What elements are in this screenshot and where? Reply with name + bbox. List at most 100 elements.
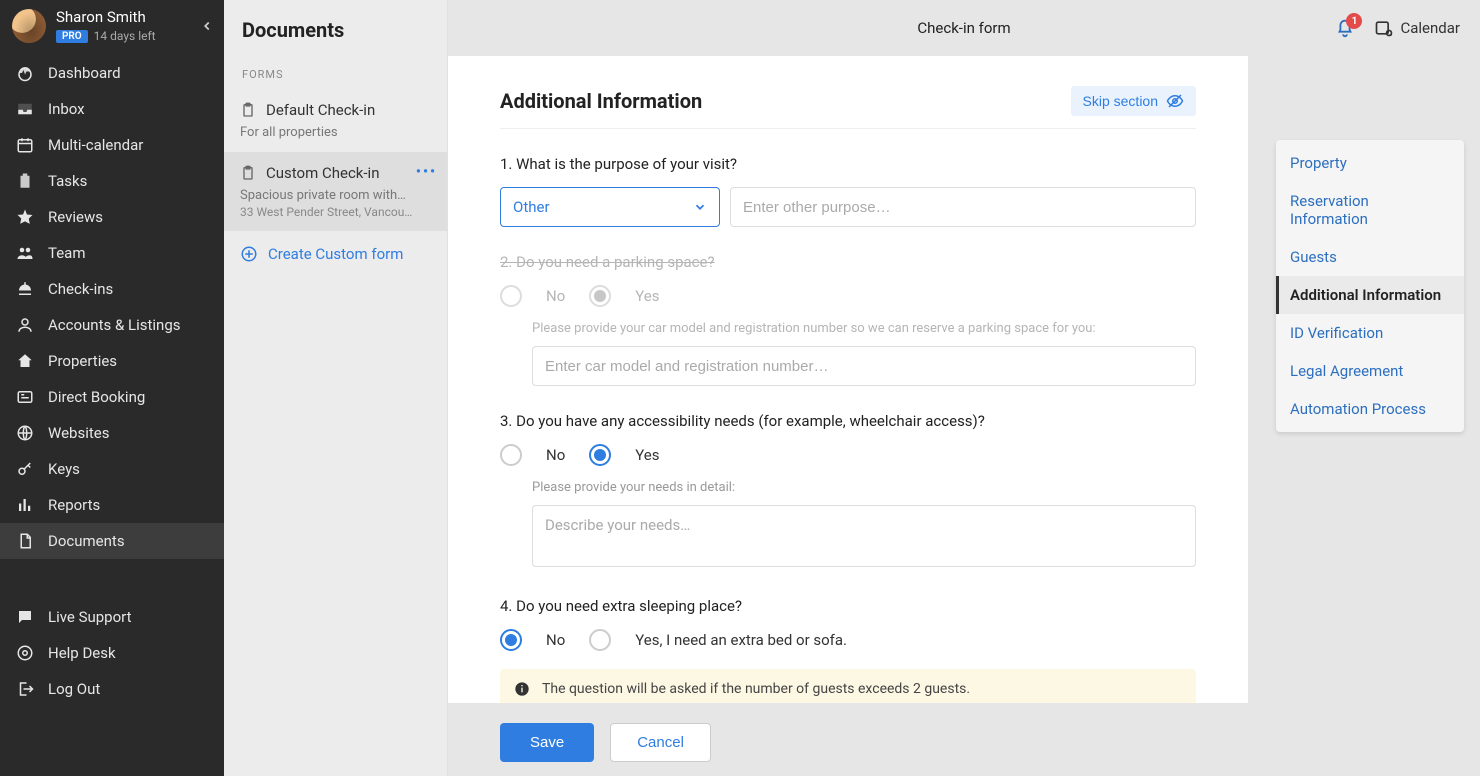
forms-column: Documents FORMS Default Check-in For all… — [224, 0, 448, 776]
q3-radio-yes[interactable] — [589, 444, 611, 466]
purpose-select[interactable]: Other — [500, 187, 720, 227]
q3-radio-no[interactable] — [500, 444, 522, 466]
section-nav-property[interactable]: Property — [1276, 144, 1464, 182]
sidebar-item-reviews[interactable]: Reviews — [0, 199, 224, 235]
question-4-text: 4. Do you need extra sleeping place? — [500, 597, 1196, 615]
accessibility-needs-textarea[interactable] — [532, 505, 1196, 567]
sidebar-item-label: Properties — [48, 352, 117, 370]
sidebar-item-label: Accounts & Listings — [48, 316, 181, 334]
q4-info-text: The question will be asked if the number… — [542, 681, 970, 697]
sidebar-item-label: Log Out — [48, 680, 100, 698]
question-2-text: 2. Do you need a parking space? — [500, 253, 1196, 271]
section-nav-id-verification[interactable]: ID Verification — [1276, 314, 1464, 352]
sidebar-item-accounts[interactable]: Accounts & Listings — [0, 307, 224, 343]
globe-icon — [14, 424, 36, 442]
sidebar-item-documents[interactable]: Documents — [0, 523, 224, 559]
sidebar-item-websites[interactable]: Websites — [0, 415, 224, 451]
calendar-button[interactable]: Calendar — [1374, 18, 1460, 38]
calendar-label: Calendar — [1400, 19, 1460, 37]
section-nav-legal-agreement[interactable]: Legal Agreement — [1276, 352, 1464, 390]
notification-count: 1 — [1346, 13, 1362, 29]
skip-section-button[interactable]: Skip section — [1071, 86, 1196, 116]
notifications-button[interactable]: 1 — [1334, 17, 1356, 39]
plus-circle-icon — [240, 245, 258, 263]
form-footer: Save Cancel — [448, 703, 1480, 776]
section-nav-additional-info[interactable]: Additional Information — [1276, 276, 1464, 314]
pro-badge: PRO — [56, 30, 88, 43]
sidebar-item-help-desk[interactable]: Help Desk — [0, 635, 224, 671]
sidebar-item-label: Inbox — [48, 100, 85, 118]
avatar — [12, 9, 46, 43]
sidebar-item-log-out[interactable]: Log Out — [0, 671, 224, 707]
cancel-button[interactable]: Cancel — [610, 723, 711, 762]
section-nav-guests[interactable]: Guests — [1276, 238, 1464, 276]
sidebar-item-label: Reviews — [48, 208, 103, 226]
form-item-default[interactable]: Default Check-in For all properties — [224, 89, 447, 152]
sidebar-item-inbox[interactable]: Inbox — [0, 91, 224, 127]
sidebar-item-label: Multi-calendar — [48, 136, 143, 154]
sidebar-item-properties[interactable]: Properties — [0, 343, 224, 379]
tasks-icon — [14, 172, 36, 190]
form-item-title: Custom Check-in — [266, 164, 379, 182]
sidebar-item-label: Reports — [48, 496, 100, 514]
q2-no-label: No — [546, 287, 565, 305]
create-custom-form-button[interactable]: Create Custom form — [224, 231, 447, 277]
sidebar-item-label: Keys — [48, 460, 80, 478]
sidebar-item-multi-calendar[interactable]: Multi-calendar — [0, 127, 224, 163]
reports-icon — [14, 496, 36, 514]
documents-icon — [14, 532, 36, 550]
sidebar-nav: Dashboard Inbox Multi-calendar Tasks Rev… — [0, 55, 224, 776]
chat-icon — [14, 608, 36, 626]
q3-no-label: No — [546, 446, 565, 464]
question-1-text: 1. What is the purpose of your visit? — [500, 155, 1196, 173]
info-icon — [514, 681, 530, 697]
profile-block[interactable]: Sharon Smith PRO 14 days left — [0, 0, 224, 51]
q2-yes-label: Yes — [635, 287, 659, 305]
calendar-icon — [14, 136, 36, 154]
form-item-sub2: 33 West Pender Street, Vancou… — [240, 205, 431, 219]
clipboard-icon — [240, 164, 256, 182]
sidebar-item-live-support[interactable]: Live Support — [0, 599, 224, 635]
form-item-title: Default Check-in — [266, 101, 375, 119]
direct-booking-icon — [14, 388, 36, 406]
collapse-sidebar-icon[interactable] — [200, 19, 214, 33]
car-model-input[interactable] — [532, 346, 1196, 386]
sidebar-item-direct-booking[interactable]: Direct Booking — [0, 379, 224, 415]
create-form-label: Create Custom form — [268, 245, 403, 263]
sidebar-item-tasks[interactable]: Tasks — [0, 163, 224, 199]
home-icon — [14, 352, 36, 370]
sidebar-item-team[interactable]: Team — [0, 235, 224, 271]
skip-section-label: Skip section — [1083, 93, 1158, 109]
sidebar-item-label: Documents — [48, 532, 125, 550]
form-item-custom[interactable]: Custom Check-in ••• Spacious private roo… — [224, 152, 447, 231]
q4-radio-yes[interactable] — [589, 629, 611, 651]
inbox-icon — [14, 100, 36, 118]
form-card: Additional Information Skip section 1. W… — [448, 56, 1248, 703]
sidebar-item-reports[interactable]: Reports — [0, 487, 224, 523]
main-area: Check-in form 1 Calendar Additional Info… — [448, 0, 1480, 776]
question-3-text: 3. Do you have any accessibility needs (… — [500, 412, 1196, 430]
sidebar-item-label: Live Support — [48, 608, 132, 626]
purpose-select-value: Other — [513, 198, 550, 216]
sidebar-item-checkins[interactable]: Check-ins — [0, 271, 224, 307]
form-item-sub: Spacious private room with… — [240, 188, 431, 203]
section-nav-card: Property Reservation Information Guests … — [1276, 140, 1464, 432]
key-icon — [14, 460, 36, 478]
purpose-other-input[interactable] — [730, 187, 1196, 227]
save-button[interactable]: Save — [500, 723, 594, 762]
bell-desk-icon — [14, 280, 36, 298]
sidebar-item-label: Check-ins — [48, 280, 113, 298]
q4-radio-no[interactable] — [500, 629, 522, 651]
sidebar-item-label: Dashboard — [48, 64, 121, 82]
q2-helper-text: Please provide your car model and regist… — [532, 321, 1196, 336]
right-nav-area: Property Reservation Information Guests … — [1248, 56, 1480, 703]
sidebar-item-keys[interactable]: Keys — [0, 451, 224, 487]
section-nav-automation[interactable]: Automation Process — [1276, 390, 1464, 428]
sidebar-item-dashboard[interactable]: Dashboard — [0, 55, 224, 91]
section-nav-reservation[interactable]: Reservation Information — [1276, 182, 1464, 238]
gauge-icon — [14, 64, 36, 82]
main-sidebar: Sharon Smith PRO 14 days left Dashboard … — [0, 0, 224, 776]
team-icon — [14, 244, 36, 262]
form-item-menu-icon[interactable]: ••• — [416, 164, 437, 180]
page-title: Documents — [224, 0, 447, 50]
